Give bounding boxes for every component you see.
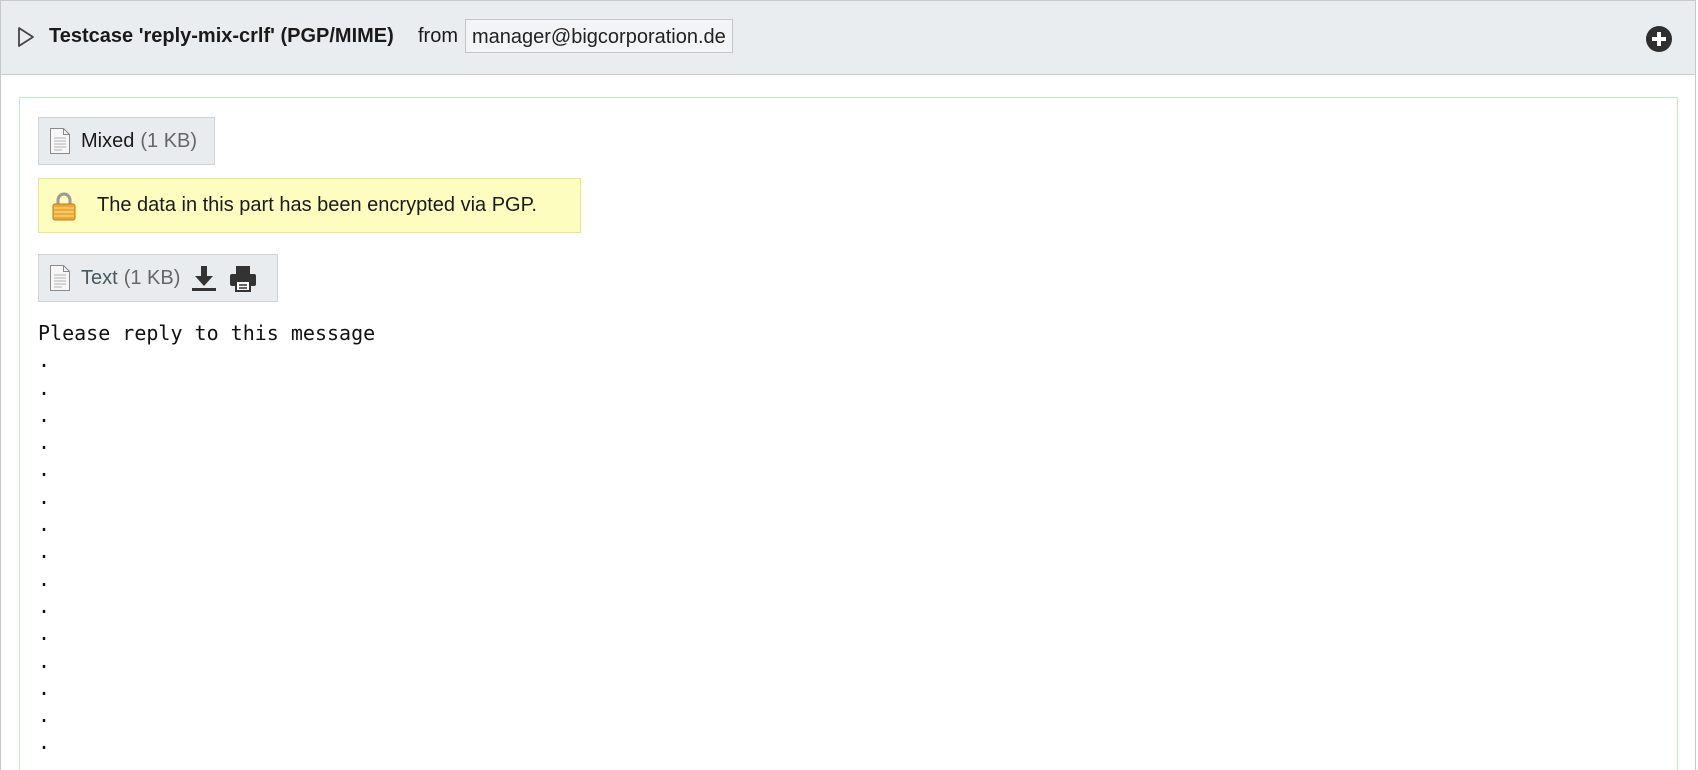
pgp-notice-text: The data in this part has been encrypted… bbox=[97, 194, 537, 216]
text-part-name-link[interactable]: Text bbox=[81, 267, 118, 290]
sender-address[interactable]: manager@bigcorporation.de bbox=[465, 19, 733, 53]
mixed-part-size: (1 KB) bbox=[140, 129, 198, 152]
triangle-right-icon[interactable] bbox=[17, 26, 35, 48]
printer-icon[interactable] bbox=[228, 263, 258, 293]
message-view: Testcase 'reply-mix-crlf' (PGP/MIME) fro… bbox=[0, 0, 1696, 770]
pgp-encrypted-notice: The data in this part has been encrypted… bbox=[38, 178, 581, 233]
mixed-part-name: Mixed bbox=[81, 129, 135, 152]
message-header: Testcase 'reply-mix-crlf' (PGP/MIME) fro… bbox=[1, 1, 1695, 75]
message-body-text: Please reply to this message . . . . . .… bbox=[38, 321, 376, 770]
message-subject: Testcase 'reply-mix-crlf' (PGP/MIME) bbox=[49, 25, 394, 47]
download-icon[interactable] bbox=[189, 263, 219, 293]
message-content: Mixed (1 KB) The data in this part has b… bbox=[19, 97, 1678, 770]
mixed-part-header: Mixed (1 KB) bbox=[38, 117, 215, 165]
plus-circle-icon[interactable] bbox=[1645, 25, 1673, 53]
lock-icon bbox=[52, 192, 76, 220]
from-label: from bbox=[418, 25, 458, 47]
document-icon bbox=[50, 265, 70, 291]
text-part-size: (1 KB) bbox=[123, 266, 181, 289]
text-part-header: Text (1 KB) bbox=[38, 254, 278, 302]
document-icon bbox=[50, 128, 70, 154]
